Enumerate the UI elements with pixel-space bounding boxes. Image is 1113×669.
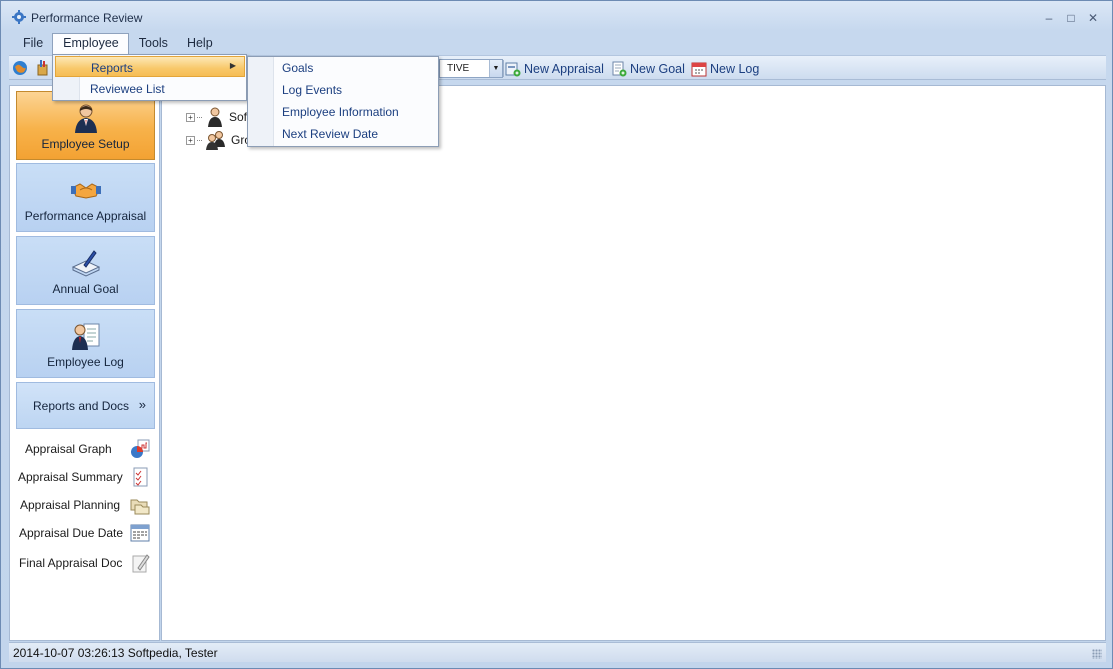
report-final-appraisal-doc[interactable]: Final Appraisal Doc — [16, 550, 155, 576]
menu-tools[interactable]: Tools — [129, 33, 177, 54]
report-appraisal-planning-label: Appraisal Planning — [20, 498, 121, 512]
submenu-item-goals[interactable]: Goals — [282, 61, 313, 75]
toolbar-separator — [503, 60, 504, 77]
menu-item-reviewee-list-label: Reviewee List — [90, 82, 165, 96]
submenu-item-log-events[interactable]: Log Events — [282, 83, 342, 97]
checklist-icon — [133, 467, 148, 487]
report-appraisal-graph[interactable]: Appraisal Graph — [16, 436, 155, 462]
employee-log-icon — [71, 323, 99, 350]
chart-icon — [131, 439, 150, 458]
window-title: Performance Review — [31, 11, 143, 25]
menu-item-reports-label: Reports — [91, 61, 134, 75]
chevron-down-icon[interactable]: ▼ — [489, 60, 502, 77]
report-appraisal-summary[interactable]: Appraisal Summary — [16, 464, 155, 490]
double-chevron-icon[interactable]: » — [139, 397, 146, 412]
main-content-panel: + Sof + Gro — [161, 85, 1106, 641]
new-goal-label: New Goal — [630, 61, 685, 76]
calendar-icon — [130, 524, 150, 542]
maximize-button[interactable]: □ — [1060, 9, 1082, 27]
reports-and-docs-label: Reports and Docs — [33, 399, 130, 413]
new-goal-button[interactable]: New Goal — [611, 59, 685, 78]
new-log-button[interactable]: New Log — [691, 59, 759, 78]
resize-grip-icon[interactable] — [1092, 649, 1102, 659]
menu-bar: File Employee Tools Help — [13, 33, 222, 55]
status-bar: 2014-10-07 03:26:13 Softpedia, Tester — [9, 642, 1106, 662]
menu-item-reviewee-list[interactable]: Reviewee List — [55, 78, 245, 99]
menu-item-reports[interactable]: Reports ▶ — [55, 56, 245, 77]
nav-performance-appraisal[interactable]: Performance Appraisal — [16, 163, 155, 232]
pen-book-icon — [71, 250, 100, 277]
nav-employee-setup-label: Employee Setup — [41, 137, 130, 151]
reports-and-docs-header[interactable]: Reports and Docs » — [16, 382, 155, 429]
left-navigation-panel: Employee Setup Performance Appraisal Ann… — [9, 85, 160, 641]
nav-performance-appraisal-label: Performance Appraisal — [24, 209, 147, 223]
app-window: Performance Review – □ ✕ File Employee T… — [0, 0, 1113, 669]
nav-employee-log-label: Employee Log — [47, 355, 124, 369]
calendar-icon — [691, 62, 707, 76]
group-icon — [206, 131, 225, 150]
nav-employee-log[interactable]: Employee Log — [16, 309, 155, 378]
tree-node-label: Sof — [229, 110, 248, 124]
nav-employee-setup[interactable]: Employee Setup — [16, 91, 155, 160]
status-text: 2014-10-07 03:26:13 Softpedia, Tester — [13, 646, 218, 660]
user-icon — [208, 107, 222, 127]
folders-icon — [130, 499, 150, 515]
menu-file[interactable]: File — [13, 33, 52, 54]
menu-employee[interactable]: Employee — [52, 33, 129, 55]
new-appraisal-button[interactable]: New Appraisal — [505, 59, 604, 78]
new-appraisal-icon — [505, 62, 521, 76]
reports-submenu: Goals Log Events Employee Information Ne… — [247, 56, 439, 147]
submenu-arrow-icon: ▶ — [229, 61, 236, 70]
minimize-button[interactable]: – — [1038, 9, 1060, 27]
new-goal-icon — [612, 61, 627, 76]
report-final-appraisal-doc-label: Final Appraisal Doc — [19, 556, 123, 570]
status-combo[interactable]: TIVE ▼ — [439, 59, 503, 78]
status-combo-value: TIVE — [447, 63, 470, 74]
pencil-cup-icon[interactable] — [34, 59, 52, 77]
report-appraisal-summary-label: Appraisal Summary — [18, 470, 123, 484]
new-appraisal-label: New Appraisal — [524, 61, 604, 76]
tree-node[interactable]: + Sof — [186, 106, 247, 128]
document-pen-icon — [132, 554, 150, 573]
report-appraisal-planning[interactable]: Appraisal Planning — [16, 492, 155, 518]
title-bar: Performance Review – □ ✕ — [1, 1, 1112, 33]
submenu-item-employee-information[interactable]: Employee Information — [282, 105, 399, 119]
menu-help[interactable]: Help — [177, 33, 222, 54]
employee-icon — [74, 104, 97, 133]
close-button[interactable]: ✕ — [1082, 9, 1104, 27]
nav-annual-goal-label: Annual Goal — [52, 282, 119, 296]
handshake-icon — [70, 183, 101, 199]
tree-expand-icon[interactable]: + — [186, 135, 195, 145]
employee-menu-dropdown: Reports ▶ Reviewee List — [52, 54, 247, 101]
app-gear-icon — [12, 10, 26, 24]
tree-node[interactable]: + Gro — [186, 129, 251, 151]
report-appraisal-due-date[interactable]: Appraisal Due Date — [16, 520, 155, 546]
report-appraisal-graph-label: Appraisal Graph — [25, 442, 112, 456]
new-log-label: New Log — [710, 61, 760, 76]
report-appraisal-due-date-label: Appraisal Due Date — [19, 526, 124, 540]
tree-expand-icon[interactable]: + — [186, 112, 195, 122]
globe-icon[interactable] — [11, 59, 29, 77]
submenu-item-next-review-date[interactable]: Next Review Date — [282, 127, 378, 141]
nav-annual-goal[interactable]: Annual Goal — [16, 236, 155, 305]
